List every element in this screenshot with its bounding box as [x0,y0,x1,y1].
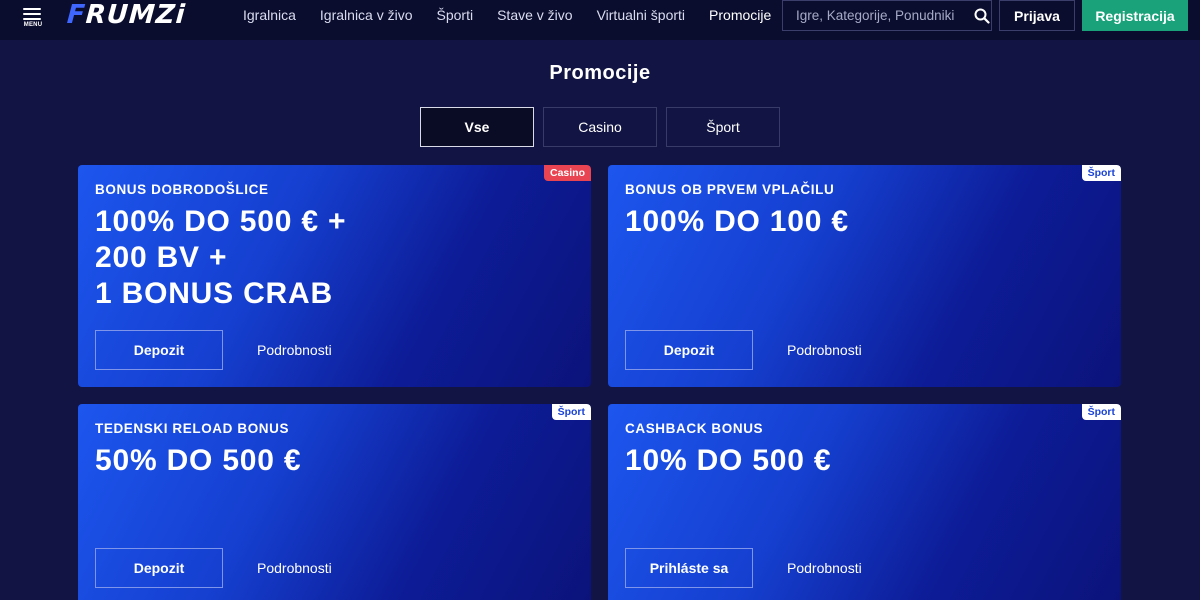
promo-card: Šport CASHBACK BONUS 10% DO 500 € Prihlá… [608,404,1121,600]
filter-tab-vse[interactable]: Vse [420,107,534,147]
deposit-button[interactable]: Depozit [95,548,223,588]
category-badge: Casino [543,165,591,181]
promo-headline: 10% DO 500 € [625,444,832,477]
nav-item-stave-v-zivo[interactable]: Stave v živo [497,0,572,30]
details-link[interactable]: Podrobnosti [257,330,332,370]
deposit-button[interactable]: Depozit [625,330,753,370]
promo-card: Casino BONUS DOBRODOŠLICE 100% DO 500 € … [78,165,591,387]
promo-subtitle: BONUS OB PRVEM VPLAČILU [625,182,835,197]
login-button[interactable]: Prijava [999,0,1075,31]
filter-tab-casino[interactable]: Casino [543,107,657,147]
nav-item-sporti[interactable]: Športi [437,0,474,30]
hamburger-icon [23,8,41,10]
promo-subtitle: BONUS DOBRODOŠLICE [95,182,269,197]
nav-item-promocije[interactable]: Promocije [709,0,771,30]
promo-card: Šport TEDENSKI RELOAD BONUS 50% DO 500 €… [78,404,591,600]
page-title: Promocije [549,62,651,84]
top-header: MENU FRUMZi Igralnica Igralnica v živo Š… [0,0,1200,40]
details-link[interactable]: Podrobnosti [787,548,862,588]
menu-button[interactable]: MENU [20,5,46,35]
hamburger-icon-line [23,13,41,15]
hamburger-icon-line [23,18,41,20]
search-box [782,0,992,31]
site-logo[interactable]: FRUMZi [66,0,187,30]
register-button[interactable]: Registracija [1082,0,1188,31]
promo-subtitle: TEDENSKI RELOAD BONUS [95,421,290,436]
nav-item-igralnica-v-zivo[interactable]: Igralnica v živo [320,0,413,30]
deposit-button[interactable]: Depozit [95,330,223,370]
promo-subtitle: CASHBACK BONUS [625,421,764,436]
category-badge: Šport [551,404,591,420]
promo-headline: 50% DO 500 € [95,444,302,477]
filter-tab-sport[interactable]: Šport [666,107,780,147]
promo-card: Šport BONUS OB PRVEM VPLAČILU 100% DO 10… [608,165,1121,387]
promo-headline: 100% DO 100 € [625,205,849,238]
promo-filter-tabs: Vse Casino Šport [420,107,789,147]
category-badge: Šport [1081,404,1121,420]
details-link[interactable]: Podrobnosti [257,548,332,588]
details-link[interactable]: Podrobnosti [787,330,862,370]
search-icon[interactable] [973,1,991,30]
search-input[interactable] [783,1,973,30]
category-badge: Šport [1081,165,1121,181]
promo-headline: 100% DO 500 € + 200 BV + 1 BONUS CRAB [95,205,347,310]
nav-item-virtualni-sporti[interactable]: Virtualni športi [597,0,685,30]
main-nav: Igralnica Igralnica v živo Športi Stave … [243,0,795,30]
login-cta-button[interactable]: Prihláste sa [625,548,753,588]
nav-item-igralnica[interactable]: Igralnica [243,0,296,30]
menu-label: MENU [23,22,43,28]
